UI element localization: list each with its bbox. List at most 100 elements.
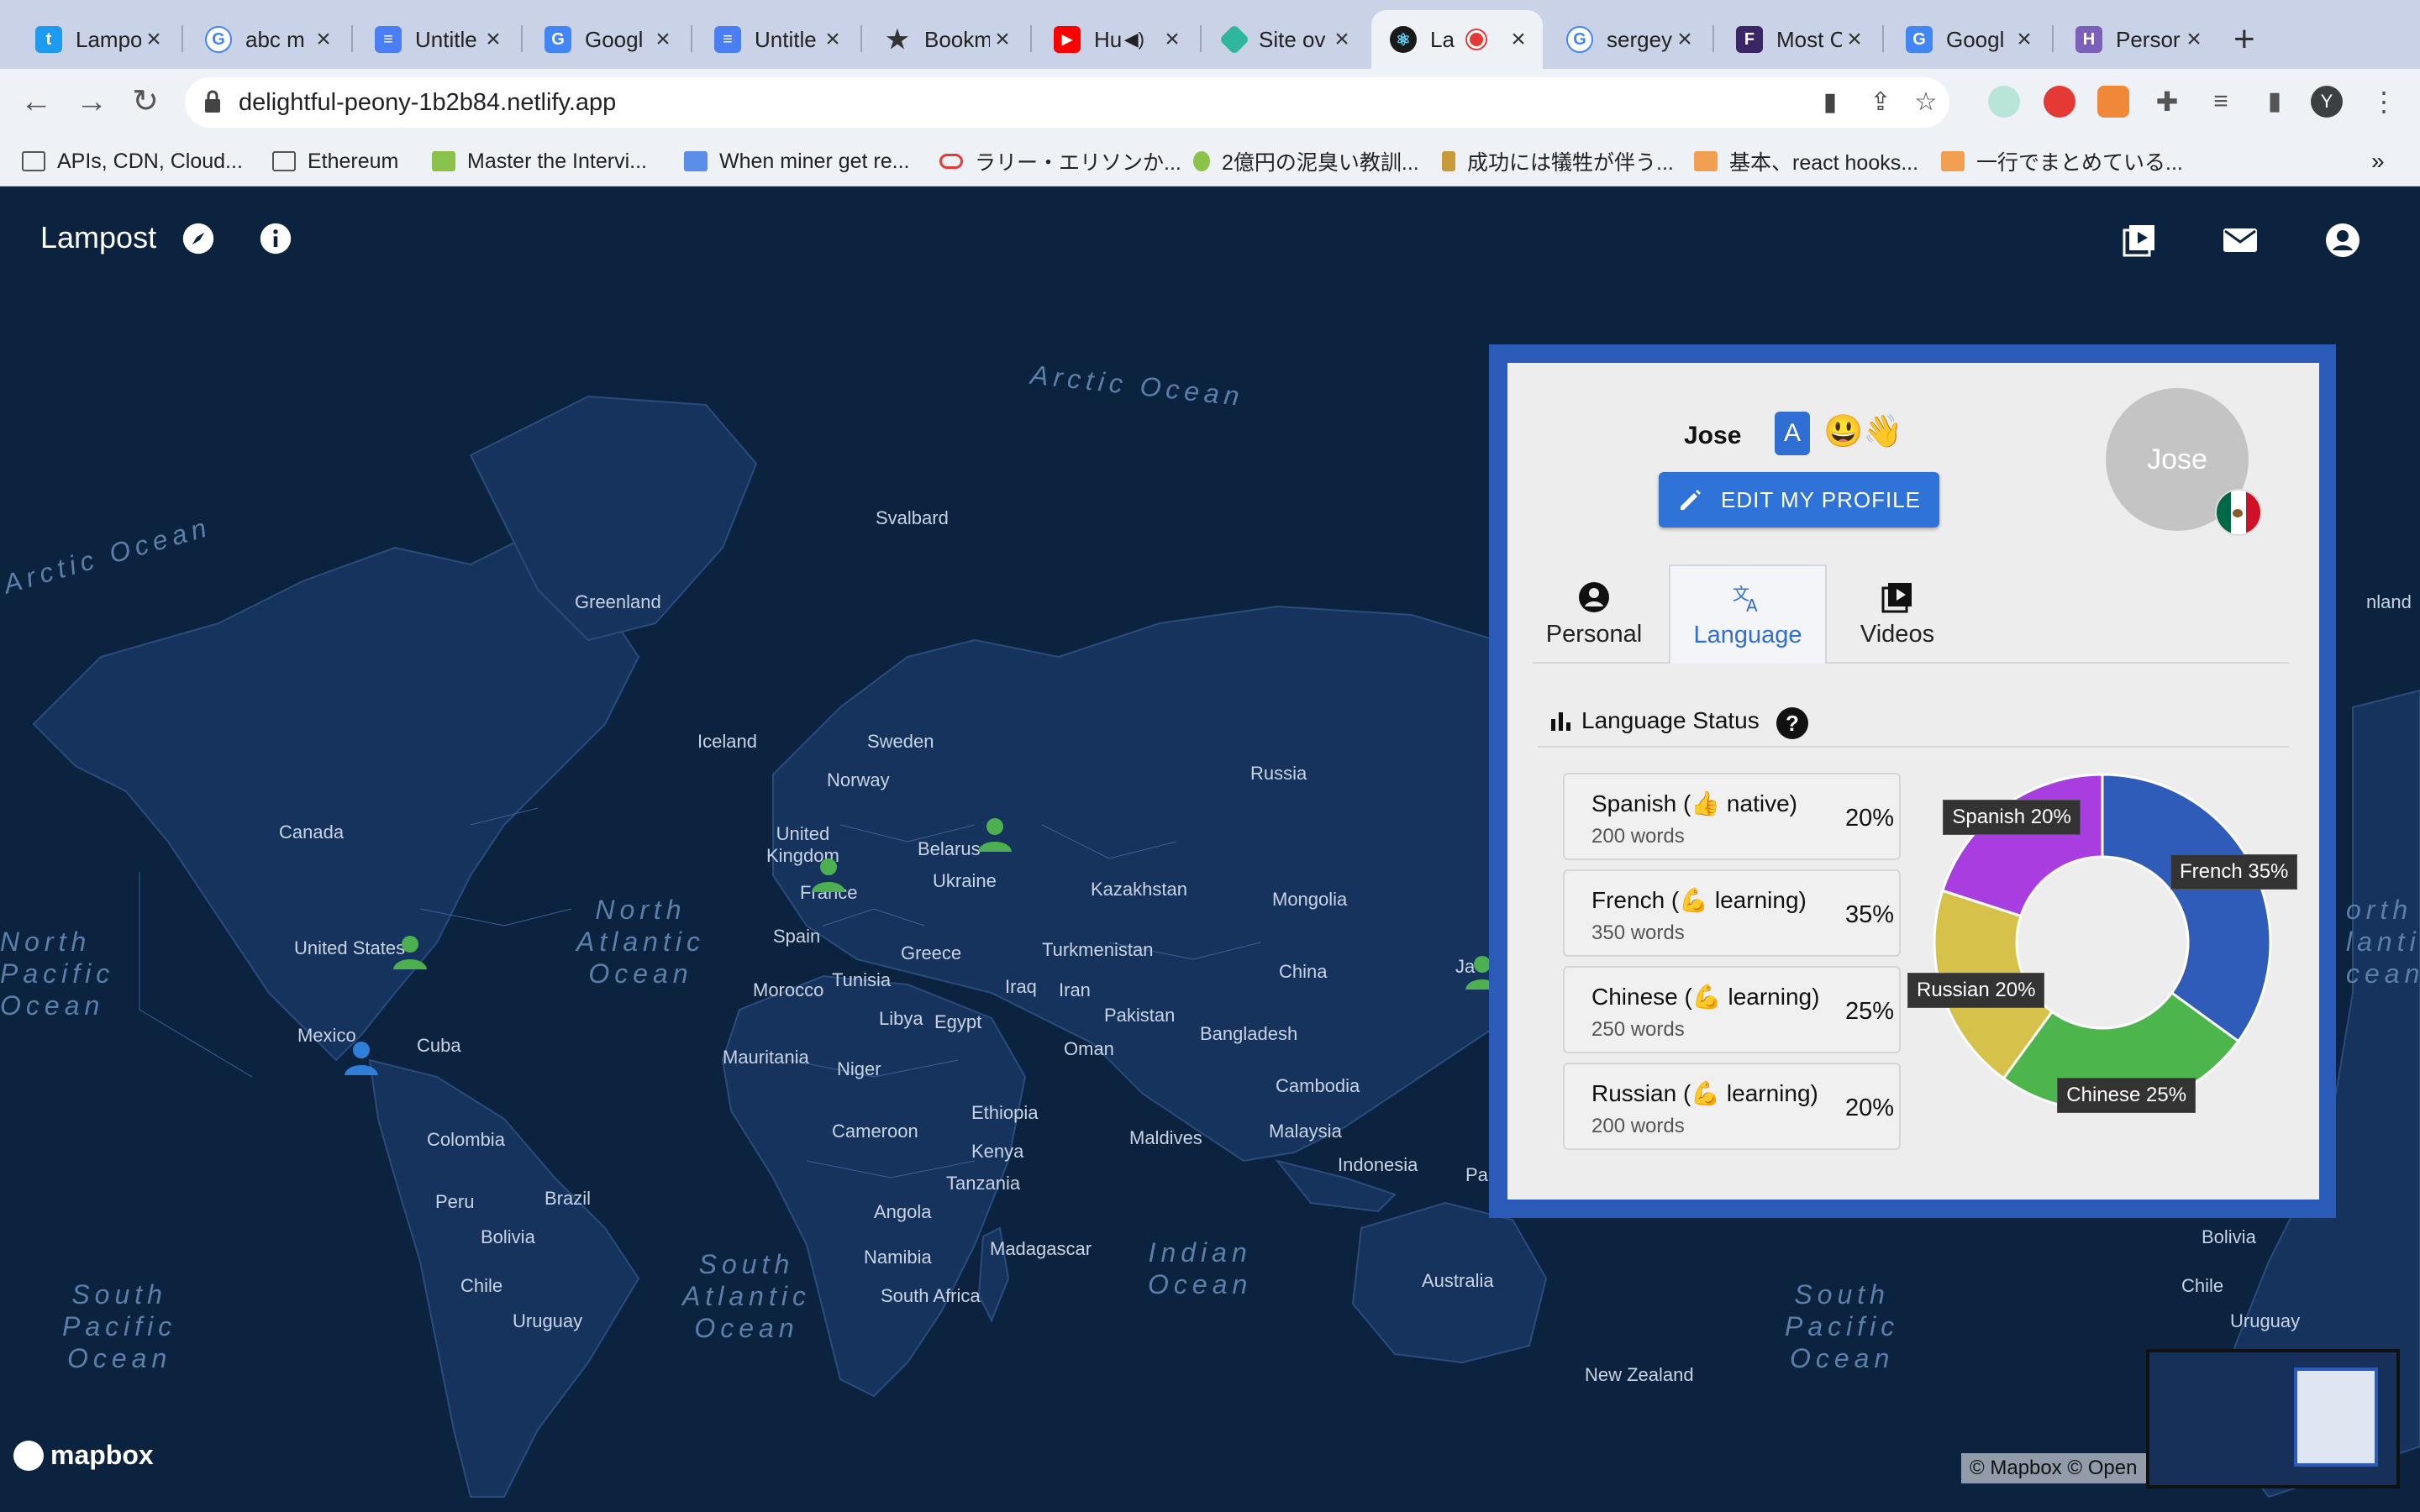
close-icon[interactable]: × [1672,25,1697,54]
tab-personal[interactable]: Personal [1533,564,1655,664]
close-icon[interactable]: × [2181,25,2207,54]
bookmark-item[interactable]: 2億円の泥臭い教訓... [1193,144,1419,178]
tab-divider [182,25,183,52]
ocean-label: North Pacific Ocean [0,927,115,1021]
country-label: Uruguay [513,1310,583,1331]
donut-slice-french[interactable] [2101,773,2272,1043]
donut-slice-spanish[interactable] [1940,773,2104,918]
bookmark-item[interactable]: When miner get re... [684,144,909,178]
bookmark-item[interactable]: APIs, CDN, Cloud... [22,144,243,178]
language-card[interactable]: French (💪 learning) 350 words 35% [1563,869,1901,957]
country-label: Tanzania [946,1173,1021,1194]
user-marker-icon[interactable] [390,932,430,973]
sidepanel-icon[interactable]: ▮ [2254,81,2296,123]
account-icon[interactable] [2324,222,2361,259]
more-bookmarks-icon[interactable]: » [2371,144,2385,178]
star-icon: ★ [886,25,909,54]
minimap-thumbnail[interactable] [2146,1349,2400,1488]
language-words: 200 words [1591,1115,1685,1137]
browser-tab[interactable]: H Persor × [2057,10,2218,69]
user-marker-icon[interactable] [975,815,1015,855]
close-icon[interactable]: × [141,25,166,54]
browser-tab[interactable]: t Lampo × [17,10,178,69]
browser-tab[interactable]: Site ov × [1205,10,1366,69]
browser-tab[interactable]: F Most C × [1718,10,1879,69]
browser-tab[interactable]: ≡ Untitle × [356,10,518,69]
country-label: Ukraine [933,870,997,891]
country-label: New Zealand [1585,1364,1694,1385]
bookmark-item[interactable]: 基本、react hooks... [1694,144,1918,178]
language-card[interactable]: Spanish (👍 native) 200 words 20% [1563,773,1901,860]
map-attribution[interactable]: © Mapbox © Open [1961,1453,2146,1483]
tab-title: Persor [2116,26,2181,52]
browser-tab-active[interactable]: ⚛ La × [1371,10,1543,69]
bookmark-item[interactable]: ラリー・エリソンか... [939,144,1181,178]
ocean-label: orth lantic cean [2346,895,2420,989]
adblock-icon[interactable] [2044,86,2075,118]
compass-icon[interactable] [182,222,215,255]
browser-tab[interactable]: ≡ Untitle × [696,10,857,69]
user-marker-blue-icon[interactable] [341,1038,381,1079]
close-icon[interactable]: × [990,25,1015,54]
donut-label-french: French 35% [2170,854,2298,890]
camera-icon[interactable]: ▮ [1815,87,1845,118]
video-library-icon[interactable] [2121,222,2158,259]
tab-title: Untitle [415,26,477,52]
docs-icon: ≡ [714,26,741,53]
h-icon: H [2075,26,2102,53]
app-brand[interactable]: Lampost [40,220,156,255]
browser-tab[interactable]: G abc m × [187,10,348,69]
browser-chrome: t Lampo × G abc m × ≡ Untitle × G Googl … [0,0,2420,186]
browser-tab[interactable]: G Googl × [1887,10,2049,69]
browser-tab[interactable]: ★ Bookm × [865,10,1027,69]
tab-divider [691,25,692,52]
profile-avatar[interactable]: Y [2311,86,2343,118]
close-icon[interactable]: × [1842,25,1867,54]
browser-tab[interactable]: G sergey × [1548,10,1709,69]
browser-tab[interactable]: G Googl × [526,10,687,69]
country-label: Iraq [1005,976,1037,997]
tab-language[interactable]: 文A Language [1669,564,1827,664]
mexico-flag-icon [2215,489,2262,536]
close-icon[interactable]: × [1329,25,1355,54]
close-icon[interactable]: × [2012,25,2037,54]
language-name: Russian (💪 learning) [1591,1080,1818,1106]
user-marker-icon[interactable] [808,855,849,895]
language-card[interactable]: Russian (💪 learning) 200 words 20% [1563,1063,1901,1150]
country-label: Canada [279,822,345,843]
tab-title: Googl [585,26,644,52]
edit-profile-button[interactable]: EDIT MY PROFILE [1659,472,1939,528]
bookmark-item[interactable]: 一行でまとめている... [1941,144,2183,178]
mapbox-logo[interactable]: mapbox [13,1440,154,1471]
back-icon[interactable]: ← [15,81,57,123]
close-icon[interactable]: × [820,25,845,54]
address-bar[interactable]: delightful-peony-1b2b84.netlify.app ▮ ⇪ … [185,77,1949,128]
menu-icon[interactable]: ⋮ [2363,81,2405,123]
close-icon[interactable]: × [481,25,506,54]
reload-icon[interactable]: ↻ [124,81,166,123]
share-icon[interactable]: ⇪ [1865,87,1896,118]
mapbox-wordmark: mapbox [50,1440,154,1470]
extension-icon[interactable] [1988,86,2020,118]
close-icon[interactable]: × [311,25,336,54]
media-icon[interactable]: ≡ [2200,81,2242,123]
metamask-icon[interactable] [2097,86,2129,118]
new-tab-button[interactable]: + [2233,18,2255,60]
forward-icon[interactable]: → [71,81,113,123]
info-icon[interactable] [259,222,292,255]
mail-icon[interactable] [2222,222,2259,259]
close-icon[interactable]: × [1506,25,1531,54]
language-card[interactable]: Chinese (💪 learning) 250 words 25% [1563,966,1901,1053]
pencil-icon [1681,490,1701,510]
tab-videos[interactable]: Videos [1832,564,1963,664]
bookmark-item[interactable]: Master the Intervi... [432,144,647,178]
bookmark-item[interactable]: Ethereum [272,144,398,178]
close-icon[interactable]: × [1160,25,1185,54]
browser-tab[interactable]: ▶ Hu ◀) × [1035,10,1197,69]
puzzle-icon[interactable]: ✚ [2146,81,2188,123]
help-icon[interactable]: ? [1776,707,1808,739]
language-name: Spanish (👍 native) [1591,790,1797,816]
close-icon[interactable]: × [650,25,676,54]
bookmark-star-icon[interactable]: ☆ [1911,87,1941,118]
bookmark-item[interactable]: 成功には犠牲が伴う... [1442,144,1674,178]
